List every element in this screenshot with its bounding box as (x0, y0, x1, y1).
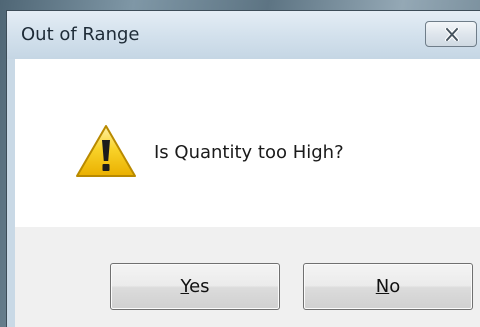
close-icon (445, 28, 459, 41)
no-label: o (389, 276, 401, 297)
message-area: Is Quantity too High? (15, 59, 480, 227)
warning-icon (76, 125, 136, 177)
yes-label: es (189, 276, 210, 297)
close-button[interactable] (425, 21, 477, 47)
dialog-title: Out of Range (21, 24, 140, 45)
dialog-body: Is Quantity too High? Yes No (15, 59, 480, 327)
dialog-window: Out of Range Is Quantity too High? Yes N… (6, 10, 480, 327)
yes-accelerator-key: Y (180, 276, 190, 297)
message-text: Is Quantity too High? (154, 142, 344, 163)
title-bar[interactable]: Out of Range (7, 11, 480, 59)
no-button[interactable]: No (303, 263, 473, 310)
yes-button[interactable]: Yes (110, 263, 280, 310)
no-accelerator-key: N (375, 276, 390, 297)
